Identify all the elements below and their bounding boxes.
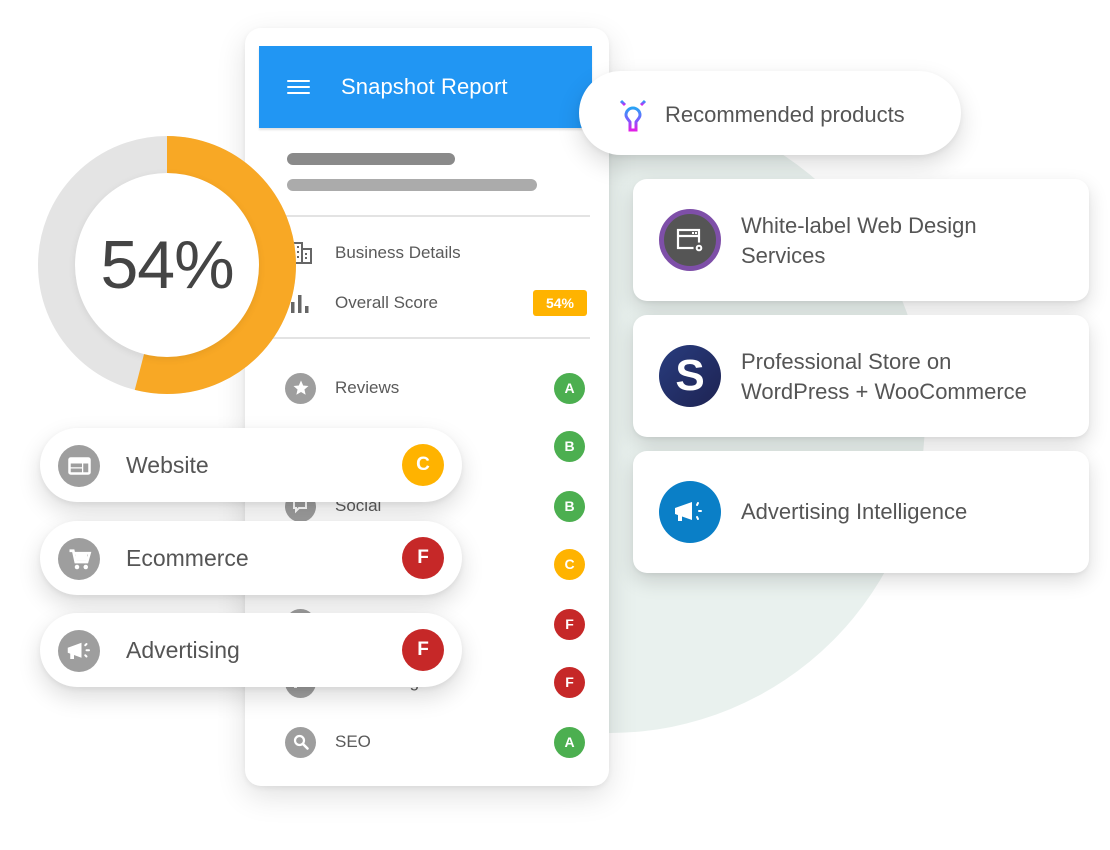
web-design-icon (659, 209, 721, 271)
divider (259, 337, 590, 339)
grade-badge: A (554, 372, 585, 404)
skeleton-line-title (287, 153, 455, 165)
recommended-products-pill[interactable]: Recommended products (579, 71, 961, 155)
recommended-products-title: Recommended products (665, 102, 905, 127)
product-name-line1: Advertising Intelligence (741, 499, 968, 524)
search-icon (285, 726, 316, 758)
donut-center: 54% (75, 173, 259, 357)
product-name-line2: WordPress + WooCommerce (741, 379, 1027, 404)
pill-label: Advertising (126, 637, 240, 663)
cart-icon (58, 538, 100, 580)
grade-badge: F (402, 537, 444, 579)
grade-badge: C (554, 548, 585, 580)
donut-value: 54% (100, 227, 234, 303)
product-name: Advertising Intelligence (741, 497, 967, 527)
product-name: Professional Store on WordPress + WooCom… (741, 347, 1027, 407)
category-pill-ecommerce[interactable]: Ecommerce F (40, 521, 462, 595)
product-name-line1: White-label Web Design (741, 213, 977, 238)
skeleton-line-subtitle (287, 179, 537, 191)
section-label: Reviews (335, 378, 400, 397)
section-label: SEO (335, 732, 371, 751)
megaphone-icon (58, 630, 100, 672)
grade-badge: A (554, 726, 585, 758)
product-card-advertising-intelligence[interactable]: Advertising Intelligence (633, 451, 1089, 573)
report-title: Snapshot Report (341, 74, 508, 99)
overall-score-label: Overall Score (335, 293, 438, 312)
category-pill-website[interactable]: Website C (40, 428, 462, 502)
overall-score-row[interactable]: Overall Score 54% (285, 287, 587, 319)
category-pill-advertising[interactable]: Advertising F (40, 613, 462, 687)
grade-badge: B (554, 430, 585, 462)
grade-badge: B (554, 490, 585, 522)
product-card-store[interactable]: S Professional Store on WordPress + WooC… (633, 315, 1089, 437)
product-name-line1: Professional Store on (741, 349, 952, 374)
website-icon (58, 445, 100, 487)
pill-label: Website (126, 452, 209, 478)
overall-score-badge: 54% (533, 290, 587, 316)
store-s-icon: S (659, 345, 721, 407)
menu-icon[interactable] (287, 80, 310, 95)
business-details-row[interactable]: Business Details (285, 237, 585, 269)
grade-badge: F (402, 629, 444, 671)
report-section-row[interactable]: Reviews A (285, 372, 585, 404)
product-name-line2: Services (741, 243, 826, 268)
product-name: White-label Web Design Services (741, 211, 977, 271)
divider (259, 215, 590, 217)
grade-badge: F (554, 666, 585, 698)
product-card-web-design[interactable]: White-label Web Design Services (633, 179, 1089, 301)
grade-badge: C (402, 444, 444, 486)
lightbulb-icon (611, 93, 655, 137)
megaphone-icon (659, 481, 721, 543)
grade-badge: F (554, 608, 585, 640)
report-header: Snapshot Report (259, 46, 592, 128)
business-details-label: Business Details (335, 243, 461, 262)
pill-label: Ecommerce (126, 545, 249, 571)
report-section-row[interactable]: SEO A (285, 726, 585, 758)
score-donut-chart: 54% (38, 136, 296, 394)
